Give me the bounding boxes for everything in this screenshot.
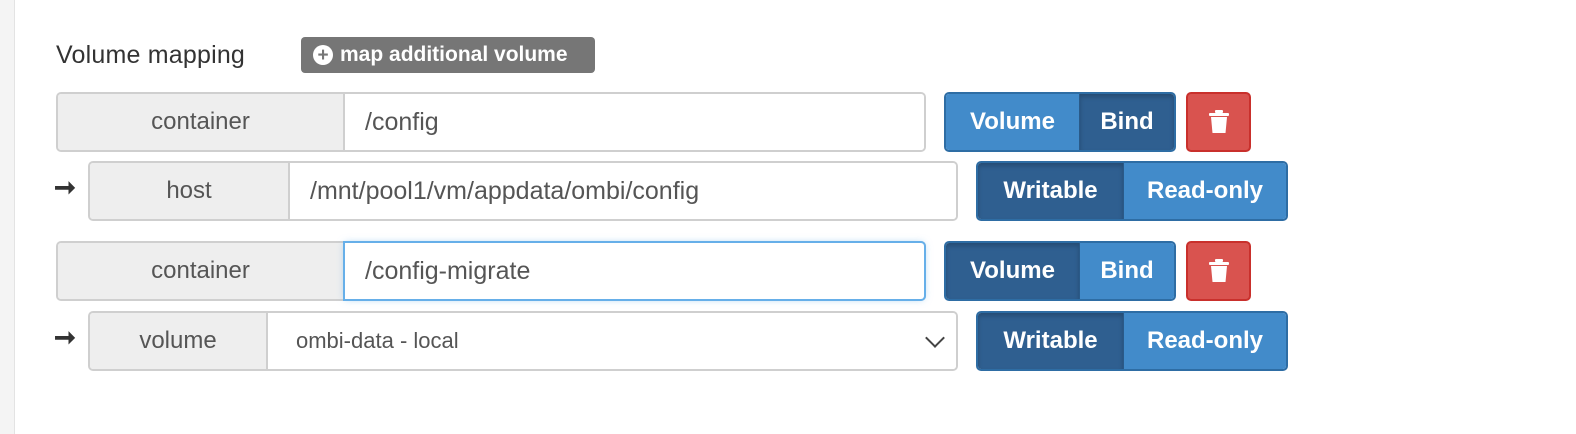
chevron-down-icon (925, 328, 945, 348)
mapping-2-volume-select[interactable]: ombi-data - local (268, 313, 956, 369)
mapping-2-volume-button[interactable]: Volume (946, 243, 1079, 299)
map-additional-volume-button[interactable]: + map additional volume (301, 37, 595, 73)
mapping-2-volume-input-group: volume ombi-data - local (88, 311, 958, 371)
arrow-right-icon: ➞ (54, 322, 76, 352)
mapping-2-volume-addon: volume (90, 313, 268, 369)
mapping-1-delete-button[interactable] (1186, 92, 1251, 152)
trash-icon (1208, 259, 1229, 282)
mapping-1-container-row: container /config Volume Bind (56, 92, 1256, 152)
mapping-2-writable-button[interactable]: Writable (978, 313, 1123, 369)
mapping-1-mode-toggle: Writable Read-only (976, 161, 1288, 221)
plus-circle-icon: + (313, 45, 333, 65)
mapping-1-host-addon: host (90, 163, 290, 219)
mapping-1-container-addon: container (58, 94, 345, 150)
mapping-1-host-path-input[interactable]: /mnt/pool1/vm/appdata/ombi/config (290, 163, 956, 219)
mapping-1-writable-button[interactable]: Writable (978, 163, 1123, 219)
mapping-1-container-path-input[interactable]: /config (345, 94, 924, 150)
mapping-1-type-toggle: Volume Bind (944, 92, 1176, 152)
section-heading: Volume mapping (56, 37, 245, 73)
mapping-2-container-input-group: container /config-migrate (56, 241, 926, 301)
mapping-1-readonly-button[interactable]: Read-only (1123, 163, 1286, 219)
mapping-2-volume-selected-value: ombi-data - local (296, 328, 459, 353)
mapping-1-container-input-group: container /config (56, 92, 926, 152)
mapping-2-volume-row: volume ombi-data - local Writable Read-o… (88, 311, 1288, 371)
map-additional-volume-label: map additional volume (340, 43, 568, 66)
mapping-2-bind-button[interactable]: Bind (1079, 243, 1174, 299)
trash-icon (1208, 110, 1229, 133)
mapping-2-mode-toggle: Writable Read-only (976, 311, 1288, 371)
mapping-1-bind-button[interactable]: Bind (1079, 94, 1174, 150)
mapping-1-host-row: host /mnt/pool1/vm/appdata/ombi/config W… (88, 161, 1288, 221)
sidebar-edge (0, 0, 15, 434)
mapping-2-container-row: container /config-migrate Volume Bind (56, 241, 1256, 301)
section-title: Volume mapping (56, 40, 246, 69)
mapping-2-delete-button[interactable] (1186, 241, 1251, 301)
mapping-2-container-path-input[interactable]: /config-migrate (345, 243, 924, 299)
mapping-1-volume-button[interactable]: Volume (946, 94, 1079, 150)
mapping-1-host-input-group: host /mnt/pool1/vm/appdata/ombi/config (88, 161, 958, 221)
arrow-right-icon: ➞ (54, 172, 76, 202)
mapping-2-readonly-button[interactable]: Read-only (1123, 313, 1286, 369)
mapping-2-type-toggle: Volume Bind (944, 241, 1176, 301)
mapping-2-container-addon: container (58, 243, 345, 299)
